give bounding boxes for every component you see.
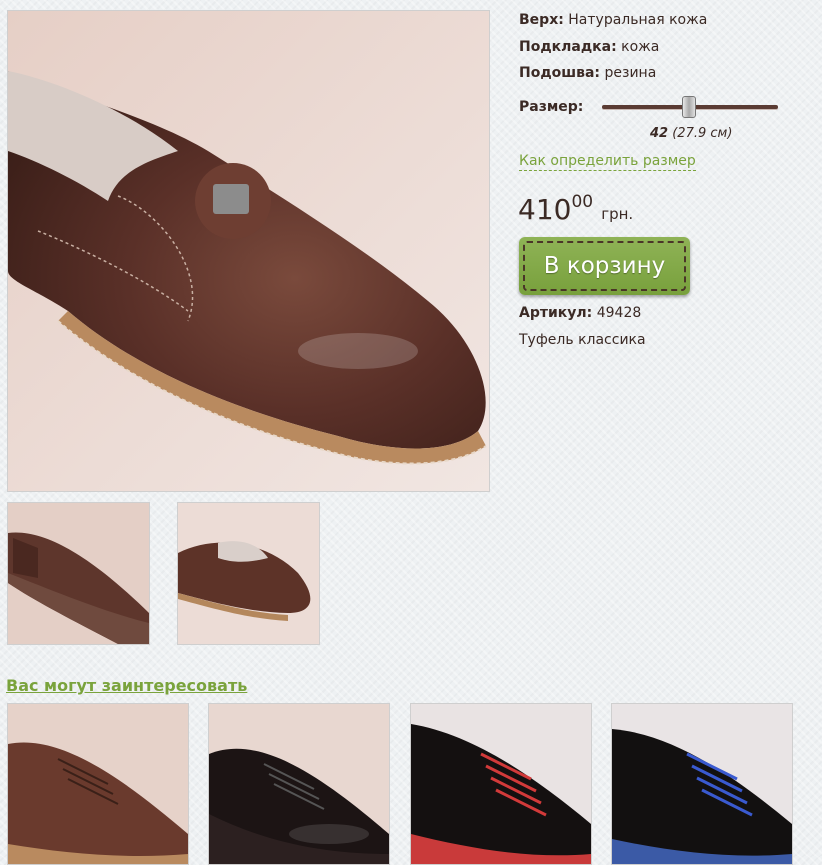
size-guide-link[interactable]: Как определить размер — [519, 153, 696, 171]
thumbnail-sole[interactable] — [7, 502, 150, 645]
recommendation-item[interactable] — [7, 703, 189, 865]
product-description: Туфель классика — [519, 332, 646, 348]
spec-sole-label: Подошва: — [519, 65, 601, 81]
add-to-cart-button[interactable]: В корзину — [519, 237, 690, 295]
article-value: 49428 — [596, 305, 642, 321]
price-integer: 410 — [518, 193, 572, 226]
size-value: 42 (27.9 см) — [650, 126, 732, 141]
recommendation-item[interactable] — [611, 703, 793, 865]
article-label: Артикул: — [519, 305, 593, 321]
recommendations-heading[interactable]: Вас могут заинтересовать — [6, 676, 247, 695]
spec-lining: Подкладка: кожа — [519, 38, 659, 56]
main-product-photo[interactable] — [7, 10, 490, 492]
price-currency: грн. — [601, 205, 634, 223]
thumbnail-side[interactable] — [177, 502, 320, 645]
spec-upper: Верх: Натуральная кожа — [519, 11, 707, 29]
recommendation-item[interactable] — [410, 703, 592, 865]
article-number: Артикул: 49428 — [519, 305, 641, 321]
size-length: (27.9 см) — [672, 126, 733, 141]
spec-sole-value: резина — [604, 65, 657, 81]
recommendation-item[interactable] — [208, 703, 390, 865]
size-label: Размер: — [519, 99, 584, 115]
price: 41000 грн. — [518, 192, 634, 226]
spec-upper-label: Верх: — [519, 12, 564, 28]
spec-upper-value: Натуральная кожа — [568, 12, 708, 28]
size-slider-handle[interactable] — [682, 96, 696, 118]
price-decimal: 00 — [571, 192, 594, 212]
add-to-cart-label: В корзину — [523, 241, 686, 291]
spec-lining-value: кожа — [621, 39, 660, 55]
size-number: 42 — [650, 126, 669, 141]
spec-lining-label: Подкладка: — [519, 39, 617, 55]
spec-sole: Подошва: резина — [519, 64, 656, 82]
